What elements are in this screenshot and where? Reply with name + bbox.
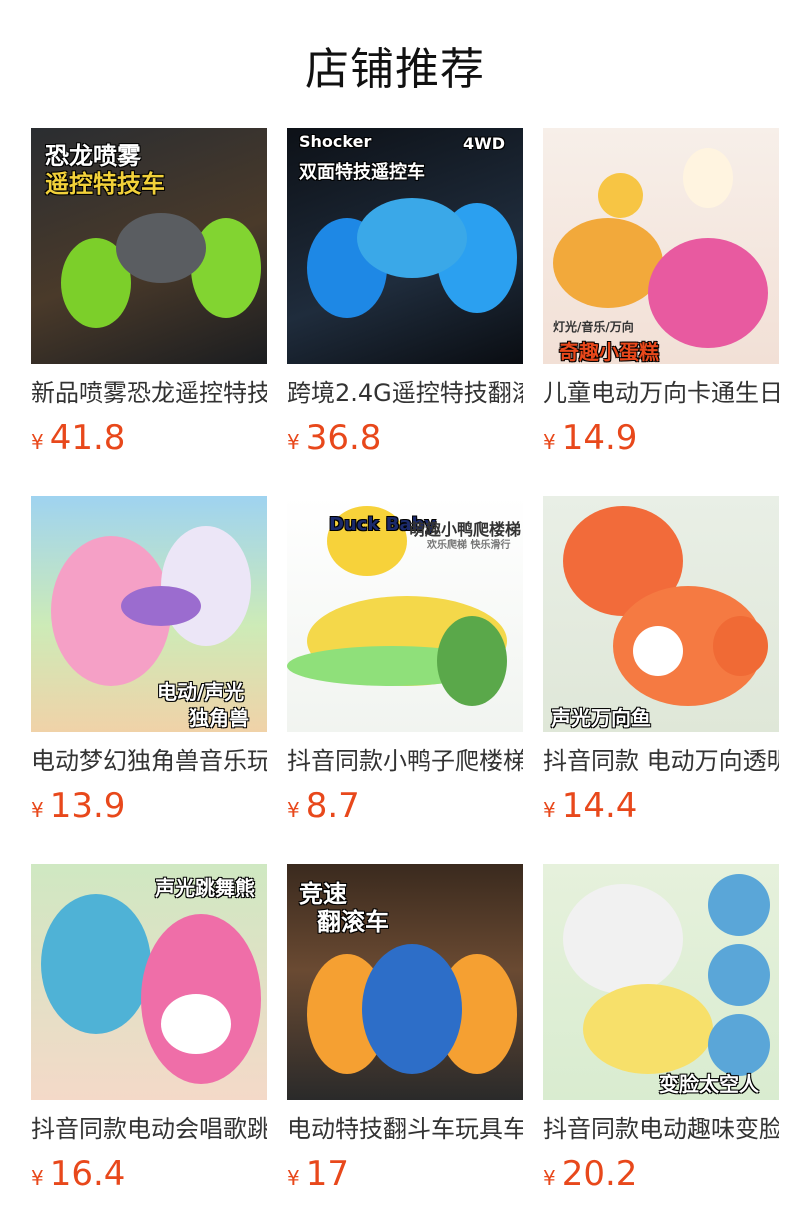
product-image-caption: 欢乐爬梯 快乐滑行 (427, 540, 511, 551)
product-image-caption: 灯光/音乐/万向 (553, 320, 634, 334)
product-card[interactable]: 灯光/音乐/万向奇趣小蛋糕儿童电动万向卡通生日蛋糕 ¥14.9 (543, 128, 779, 458)
product-image-caption: 4WD (463, 134, 506, 153)
product-image-caption: 遥控特技车 (45, 170, 165, 198)
product-image[interactable]: 竞速 翻滚车 (287, 864, 523, 1100)
price-value: 13.9 (49, 786, 126, 826)
product-card[interactable]: 竞速 翻滚车电动特技翻斗车玩具车 ¥17 (287, 864, 523, 1194)
product-image-caption: 翻滚车 (317, 908, 389, 936)
currency-symbol: ¥ (31, 430, 44, 454)
product-card[interactable]: 恐龙喷雾遥控特技车新品喷雾恐龙遥控特技车 ¥41.8 (31, 128, 267, 458)
currency-symbol: ¥ (31, 798, 44, 822)
product-image-caption: 声光跳舞熊 (155, 876, 255, 900)
currency-symbol: ¥ (543, 798, 556, 822)
currency-symbol: ¥ (543, 1166, 556, 1190)
product-image-shape (708, 874, 770, 936)
product-image-caption: Shocker (299, 132, 372, 151)
price-value: 8.7 (305, 786, 360, 826)
price-value: 17 (305, 1154, 349, 1194)
product-price: ¥8.7 (287, 786, 523, 826)
product-name[interactable]: 新品喷雾恐龙遥控特技车 (31, 378, 267, 408)
currency-symbol: ¥ (287, 798, 300, 822)
product-name[interactable]: 电动梦幻独角兽音乐玩具 (31, 746, 267, 776)
currency-symbol: ¥ (287, 430, 300, 454)
product-price: ¥41.8 (31, 418, 267, 458)
price-value: 36.8 (305, 418, 382, 458)
product-image[interactable]: 声光万向鱼 (543, 496, 779, 732)
product-image-shape (41, 894, 151, 1034)
product-image[interactable]: 声光跳舞熊 (31, 864, 267, 1100)
product-name[interactable]: 抖音同款电动会唱歌跳舞熊 (31, 1114, 267, 1144)
currency-symbol: ¥ (287, 1166, 300, 1190)
product-image[interactable]: 电动/声光 独角兽 (31, 496, 267, 732)
product-image-caption: 双面特技遥控车 (299, 162, 425, 183)
product-card[interactable]: Shocker 双面特技遥控车 4WD 跨境2.4G遥控特技翻滚车 ¥36.8 (287, 128, 523, 458)
product-image-shape (583, 984, 713, 1074)
product-image-caption: 奇趣小蛋糕 (559, 340, 659, 364)
product-image[interactable]: Duck Baby 萌趣小鸭爬楼梯 欢乐爬梯 快乐滑行 (287, 496, 523, 732)
product-image-shape (116, 213, 206, 283)
product-image-caption: 变脸太空人 (659, 1072, 759, 1096)
product-image-shape (563, 884, 683, 994)
product-card[interactable]: Duck Baby萌趣小鸭爬楼梯欢乐爬梯 快乐滑行抖音同款小鸭子爬楼梯玩具 ¥8.… (287, 496, 523, 826)
product-image[interactable]: Shocker 双面特技遥控车 4WD (287, 128, 523, 364)
product-card[interactable]: 电动/声光独角兽电动梦幻独角兽音乐玩具 ¥13.9 (31, 496, 267, 826)
product-price: ¥16.4 (31, 1154, 267, 1194)
product-name[interactable]: 儿童电动万向卡通生日蛋糕 (543, 378, 779, 408)
price-value: 14.4 (561, 786, 638, 826)
product-image-shape (633, 626, 683, 676)
product-image-shape (648, 238, 768, 348)
product-image-shape (161, 526, 251, 646)
currency-symbol: ¥ (543, 430, 556, 454)
price-value: 14.9 (561, 418, 638, 458)
price-value: 20.2 (561, 1154, 638, 1194)
product-image-caption: 独角兽 (189, 706, 249, 730)
product-name[interactable]: 电动特技翻斗车玩具车 (287, 1114, 523, 1144)
product-image-shape (121, 586, 201, 626)
product-image-shape (161, 994, 231, 1054)
price-value: 16.4 (49, 1154, 126, 1194)
product-price: ¥17 (287, 1154, 523, 1194)
product-image[interactable]: 变脸太空人 (543, 864, 779, 1100)
product-image-caption: 声光万向鱼 (551, 706, 651, 730)
product-image-shape (357, 198, 467, 278)
product-image-caption: 电动/声光 (157, 680, 245, 704)
product-price: ¥36.8 (287, 418, 523, 458)
product-image-shape (708, 1014, 770, 1076)
product-card[interactable]: 声光万向鱼抖音同款 电动万向透明鱼 ¥14.4 (543, 496, 779, 826)
product-price: ¥20.2 (543, 1154, 779, 1194)
product-price: ¥13.9 (31, 786, 267, 826)
product-image-shape (598, 173, 643, 218)
product-name[interactable]: 抖音同款 电动万向透明鱼 (543, 746, 779, 776)
product-name[interactable]: 跨境2.4G遥控特技翻滚车 (287, 378, 523, 408)
product-price: ¥14.4 (543, 786, 779, 826)
currency-symbol: ¥ (31, 1166, 44, 1190)
product-name[interactable]: 抖音同款电动趣味变脸太空人 (543, 1114, 779, 1144)
product-card[interactable]: 声光跳舞熊抖音同款电动会唱歌跳舞熊 ¥16.4 (31, 864, 267, 1194)
product-image-shape (553, 218, 663, 308)
product-image-shape (708, 944, 770, 1006)
product-card[interactable]: 变脸太空人抖音同款电动趣味变脸太空人 ¥20.2 (543, 864, 779, 1194)
product-image-shape (437, 616, 507, 706)
product-image[interactable]: 灯光/音乐/万向奇趣小蛋糕 (543, 128, 779, 364)
product-image[interactable]: 恐龙喷雾 遥控特技车 (31, 128, 267, 364)
price-value: 41.8 (49, 418, 126, 458)
product-image-shape (683, 148, 733, 208)
product-image-shape (713, 616, 768, 676)
product-name[interactable]: 抖音同款小鸭子爬楼梯玩具 (287, 746, 523, 776)
product-price: ¥14.9 (543, 418, 779, 458)
product-grid: 恐龙喷雾遥控特技车新品喷雾恐龙遥控特技车 ¥41.8 Shocker 双面特技遥控车 4… (0, 0, 790, 1232)
product-image-shape (362, 944, 462, 1074)
